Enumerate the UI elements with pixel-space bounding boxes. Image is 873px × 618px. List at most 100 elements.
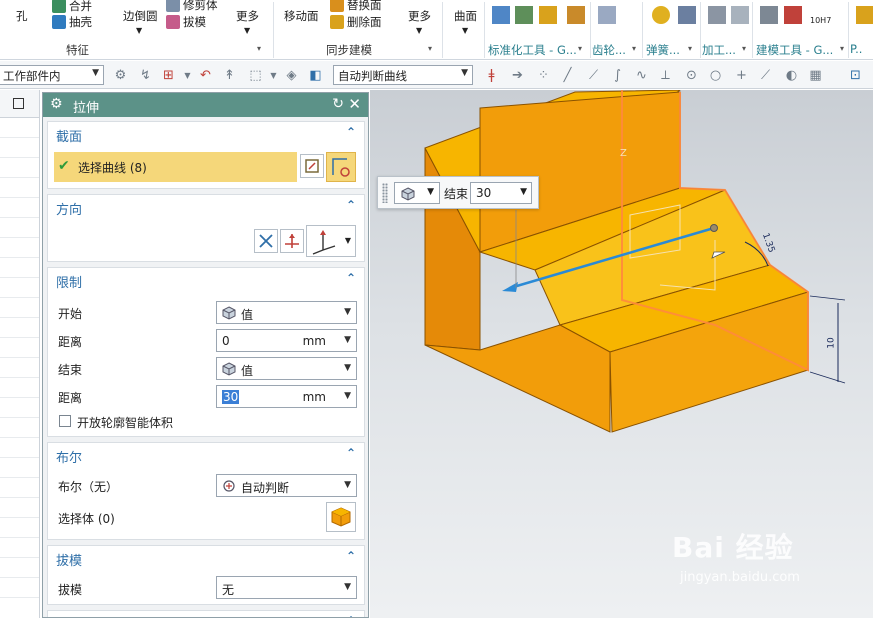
list-item[interactable] — [0, 478, 39, 498]
more-feature-button[interactable]: 更多 — [236, 8, 259, 24]
boolean-dropdown[interactable]: 自动判断 ▼ — [216, 474, 357, 497]
spline-icon[interactable]: ∿ — [634, 68, 649, 83]
hook-icon[interactable]: ↶ — [198, 68, 213, 83]
list-item[interactable] — [0, 438, 39, 458]
group-expand-icon[interactable]: ▾ — [428, 44, 432, 53]
list-item[interactable] — [0, 318, 39, 338]
surface-dropdown-icon[interactable]: ▼ — [462, 26, 468, 35]
trim-body-button[interactable]: 修剪体 — [166, 0, 218, 13]
group-expand-icon[interactable]: ▾ — [840, 44, 844, 53]
list-item[interactable] — [0, 218, 39, 238]
list-item[interactable] — [0, 198, 39, 218]
list-item[interactable] — [0, 258, 39, 278]
end-distance-input[interactable]: 30 mm ▼ — [216, 385, 357, 408]
close-icon[interactable]: ✕ — [348, 95, 361, 113]
open-profile-checkbox[interactable] — [59, 415, 71, 427]
reverse-direction-button[interactable] — [254, 229, 278, 253]
chevron-down-icon[interactable]: ▼ — [266, 68, 281, 83]
start-distance-input[interactable]: 0 mm ▼ — [216, 329, 357, 352]
std-tool-icon-1[interactable] — [492, 6, 510, 24]
length-dimension-label[interactable]: 10 — [827, 337, 837, 348]
draft-dropdown[interactable]: 无 ▼ — [216, 576, 357, 599]
list-item[interactable] — [0, 398, 39, 418]
vector-dialog-button[interactable] — [280, 229, 304, 253]
filter-icon[interactable]: ↯ — [138, 68, 153, 83]
list-item[interactable] — [0, 518, 39, 538]
circle-center-icon[interactable]: ⊙ — [684, 68, 699, 83]
circle-icon[interactable]: ○ — [708, 68, 723, 83]
chevron-up-icon[interactable]: ⌃ — [346, 125, 356, 139]
reset-icon[interactable]: ↻ — [332, 96, 344, 112]
machining-tool-icon-2[interactable] — [731, 6, 749, 24]
rectangle-select-icon[interactable]: ⬚ — [248, 68, 263, 83]
list-item[interactable] — [0, 118, 39, 138]
line-icon[interactable]: ╱ — [560, 68, 575, 83]
curve-icon[interactable]: ∫ — [610, 68, 625, 83]
shell-button[interactable]: 抽壳 — [52, 14, 92, 30]
machining-tool-icon[interactable] — [708, 6, 726, 24]
list-item[interactable] — [0, 378, 39, 398]
intersection-icon[interactable]: ǂ — [484, 68, 499, 83]
chevron-up-icon[interactable]: ⌃ — [346, 446, 356, 460]
draft-button[interactable]: 拔模 — [166, 14, 206, 30]
group-expand-icon[interactable]: ▾ — [632, 44, 636, 53]
build-tool-icon-2[interactable] — [784, 6, 802, 24]
list-item[interactable] — [0, 558, 39, 578]
point-grid-icon[interactable]: ⁘ — [536, 68, 551, 83]
list-item[interactable] — [0, 178, 39, 198]
list-item[interactable] — [0, 538, 39, 558]
end-type-dropdown[interactable]: 值 ▼ — [216, 357, 357, 380]
std-tool-icon-2[interactable] — [515, 6, 533, 24]
combine-button[interactable]: 合并 — [52, 0, 92, 14]
draft-header[interactable]: 拔模 ⌃ — [48, 546, 364, 570]
list-item[interactable] — [0, 418, 39, 438]
more-feature-dropdown-icon[interactable]: ▼ — [244, 26, 250, 35]
list-item[interactable] — [0, 338, 39, 358]
spring-tool-icon[interactable] — [652, 6, 670, 24]
face-select-icon[interactable]: ◈ — [284, 68, 299, 83]
group-expand-icon[interactable]: ▾ — [578, 44, 582, 53]
chevron-up-icon[interactable]: ⌃ — [346, 271, 356, 285]
selection-scope-dropdown[interactable]: 工作部件内 ▼ — [0, 65, 104, 85]
start-type-dropdown[interactable]: 值 ▼ — [216, 301, 357, 324]
std-tool-icon-3[interactable] — [539, 6, 557, 24]
list-item[interactable] — [0, 358, 39, 378]
maximize-icon[interactable] — [13, 98, 24, 109]
gear-tool-icon[interactable] — [598, 6, 616, 24]
list-item[interactable] — [0, 498, 39, 518]
delete-face-button[interactable]: 删除面 — [330, 14, 382, 30]
end-value-input[interactable]: 30 ▼ — [470, 182, 532, 204]
boolean-header[interactable]: 布尔 ⌃ — [48, 443, 364, 467]
plus-icon[interactable]: + — [734, 68, 749, 83]
end-mode-dropdown[interactable]: ▼ — [394, 182, 440, 204]
chevron-up-icon[interactable]: ⌃ — [346, 549, 356, 563]
section-header[interactable]: 截面 ⌃ — [48, 122, 364, 146]
select-curve-row[interactable]: ✔ 选择曲线 (8) — [54, 152, 297, 182]
curve-select-button[interactable] — [326, 152, 356, 182]
arrow-right-icon[interactable]: ➔ — [510, 68, 525, 83]
body-select-icon[interactable]: ◧ — [308, 68, 323, 83]
list-item[interactable] — [0, 278, 39, 298]
move-face-button[interactable]: 移动面 — [284, 8, 319, 24]
extra-tool-icon[interactable] — [856, 6, 873, 24]
list-item[interactable] — [0, 458, 39, 478]
edge-blend-dropdown-icon[interactable]: ▼ — [136, 26, 142, 35]
list-item[interactable] — [0, 238, 39, 258]
list-item[interactable] — [0, 298, 39, 318]
replace-face-button[interactable]: 替换面 — [330, 0, 382, 13]
list-item[interactable] — [0, 138, 39, 158]
direction-dropdown[interactable]: ▼ — [306, 225, 356, 257]
limits-header[interactable]: 限制 ⌃ — [48, 268, 364, 292]
offset-header[interactable]: 偏置 ⌃ — [48, 611, 364, 617]
hole-button[interactable]: 孔 — [16, 8, 28, 24]
surface-point-icon[interactable]: ◐ — [784, 68, 799, 83]
pick-icon[interactable]: ↟ — [222, 68, 237, 83]
drag-grip-icon[interactable] — [382, 183, 388, 203]
sketch-section-button[interactable] — [300, 154, 324, 178]
view-fit-icon[interactable]: ⊡ — [848, 68, 863, 83]
graphics-window[interactable]: Z 1.35 10 Bai 经验 jingyan.baidu.com — [370, 90, 873, 618]
select-all-icon[interactable]: ⊞ — [161, 68, 176, 83]
spring-tool-icon-2[interactable] — [678, 6, 696, 24]
build-tool-icon-1[interactable] — [760, 6, 778, 24]
list-item[interactable] — [0, 158, 39, 178]
